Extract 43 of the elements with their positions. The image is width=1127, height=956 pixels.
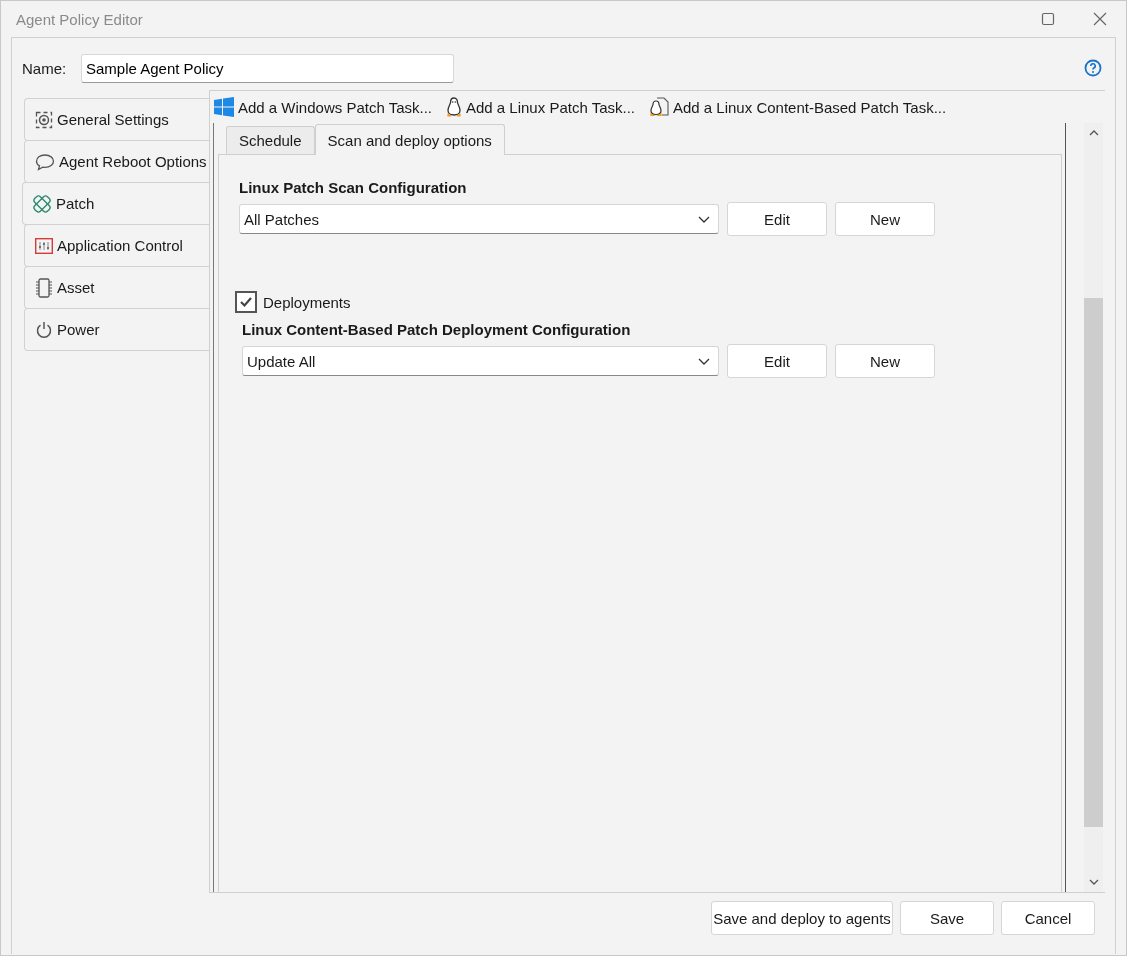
windows-logo-icon	[214, 97, 234, 117]
nav-item[interactable]: Agent Reboot Options	[24, 140, 209, 183]
new-button[interactable]: New	[835, 344, 935, 378]
checkbox[interactable]	[235, 291, 257, 313]
save-and-deploy-button[interactable]: Save and deploy to agents	[711, 901, 893, 935]
chevron-down-icon	[698, 215, 710, 223]
window-title: Agent Policy Editor	[16, 10, 143, 28]
section-heading: Linux Patch Scan Configuration	[239, 179, 468, 198]
checkbox-label: Deployments	[263, 293, 351, 311]
scroll-up-icon[interactable]	[1088, 130, 1099, 136]
dropdown[interactable]: Update All	[242, 346, 719, 376]
sliders-icon	[35, 237, 53, 254]
scroll-down-icon[interactable]	[1088, 879, 1099, 885]
toolbar-button[interactable]: Add a Windows Patch Task...	[214, 97, 432, 117]
toolbar-button[interactable]: Add a Linux Patch Task...	[446, 97, 635, 117]
close-icon[interactable]	[1093, 12, 1107, 26]
cancel-button[interactable]: Cancel	[1001, 901, 1095, 935]
new-button[interactable]: New	[835, 202, 935, 236]
name-field[interactable]: Sample Agent Policy	[81, 53, 454, 83]
nav-item[interactable]: General Settings	[24, 98, 209, 141]
scrollbar-thumb[interactable]	[1084, 298, 1103, 827]
checkmark-icon	[239, 296, 253, 308]
chip-icon	[35, 277, 53, 298]
dropdown[interactable]: All Patches	[239, 204, 719, 234]
gear-icon	[35, 110, 53, 129]
maximize-icon[interactable]	[1041, 12, 1055, 26]
save-button[interactable]: Save	[900, 901, 994, 935]
edit-button[interactable]: Edit	[727, 202, 827, 236]
tab[interactable]: Schedule	[226, 126, 315, 154]
penguin-icon	[446, 97, 462, 117]
help-icon[interactable]	[1084, 59, 1102, 77]
scrollbar[interactable]	[1084, 123, 1103, 892]
penguin-document-icon	[649, 97, 669, 117]
nav-item[interactable]: Power	[24, 308, 209, 351]
bandage-icon	[32, 193, 52, 214]
power-icon	[35, 320, 53, 339]
edit-button[interactable]: Edit	[727, 344, 827, 378]
toolbar-button[interactable]: Add a Linux Content-Based Patch Task...	[649, 97, 947, 117]
name-label: Name:	[22, 59, 68, 77]
tab[interactable]: Scan and deploy options	[314, 124, 505, 155]
speech-bubble-icon	[35, 152, 55, 171]
section-heading: Linux Content-Based Patch Deployment Configuration	[242, 321, 632, 340]
chevron-down-icon	[698, 357, 710, 365]
